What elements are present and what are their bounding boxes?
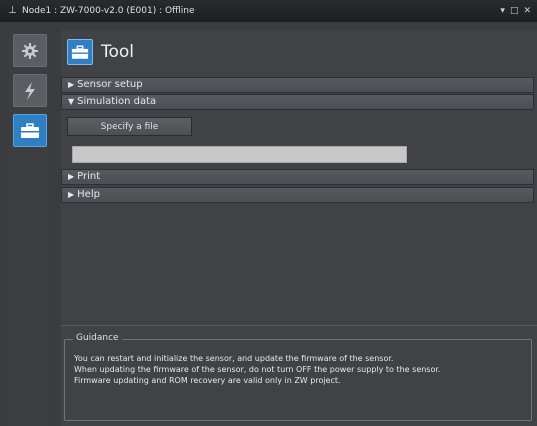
app-window: ⊥ Node1 : ZW-7000-v2.0 (E001) : Offline … bbox=[0, 0, 537, 426]
collapse-arrow-icon: ▼ bbox=[68, 97, 75, 106]
page-title: Tool bbox=[101, 42, 135, 62]
pin-icon[interactable]: ⊥ bbox=[8, 0, 18, 22]
maximize-icon[interactable]: □ bbox=[510, 0, 519, 22]
section-help[interactable]: ▶ Help bbox=[61, 187, 534, 203]
expand-arrow-icon: ▶ bbox=[68, 172, 75, 181]
guidance-text: You can restart and initialize the senso… bbox=[74, 353, 529, 386]
expand-arrow-icon: ▶ bbox=[68, 190, 75, 199]
guidance-box: Guidance You can restart and initialize … bbox=[64, 333, 532, 421]
guidance-line: When updating the firmware of the sensor… bbox=[74, 365, 441, 374]
title-bar: ⊥ Node1 : ZW-7000-v2.0 (E001) : Offline … bbox=[0, 0, 537, 22]
section-label: Print bbox=[77, 171, 101, 182]
toolbox-icon bbox=[67, 39, 93, 65]
section-print[interactable]: ▶ Print bbox=[61, 169, 534, 185]
sidebar-item-settings[interactable] bbox=[13, 34, 47, 67]
minimize-icon[interactable]: ▾ bbox=[500, 0, 505, 22]
section-sensor-setup[interactable]: ▶ Sensor setup bbox=[61, 77, 534, 93]
close-icon[interactable]: ✕ bbox=[523, 0, 531, 22]
sidebar bbox=[9, 30, 51, 426]
toolbox-icon bbox=[21, 122, 39, 138]
tool-panel: Tool ▶ Sensor setup ▼ Simulation data Sp… bbox=[61, 30, 537, 426]
section-label: Sensor setup bbox=[77, 79, 143, 90]
specify-file-button[interactable]: Specify a file bbox=[67, 117, 192, 136]
gear-icon bbox=[22, 42, 38, 59]
tool-header: Tool bbox=[61, 30, 537, 74]
expand-arrow-icon: ▶ bbox=[68, 80, 75, 89]
section-label: Help bbox=[77, 189, 100, 200]
guidance-line: Firmware updating and ROM recovery are v… bbox=[74, 376, 341, 385]
section-label: Simulation data bbox=[77, 96, 157, 107]
guidance-line: You can restart and initialize the senso… bbox=[74, 354, 394, 363]
sidebar-item-tool[interactable] bbox=[13, 114, 47, 147]
section-simulation-data[interactable]: ▼ Simulation data bbox=[61, 94, 534, 110]
window-title: Node1 : ZW-7000-v2.0 (E001) : Offline bbox=[22, 6, 195, 16]
window-controls: ▾ □ ✕ bbox=[500, 0, 531, 22]
divider bbox=[61, 325, 537, 326]
file-path-field[interactable] bbox=[72, 146, 407, 163]
lightning-icon bbox=[25, 81, 35, 100]
guidance-label: Guidance bbox=[73, 333, 122, 343]
sidebar-item-transfer[interactable] bbox=[13, 74, 47, 107]
